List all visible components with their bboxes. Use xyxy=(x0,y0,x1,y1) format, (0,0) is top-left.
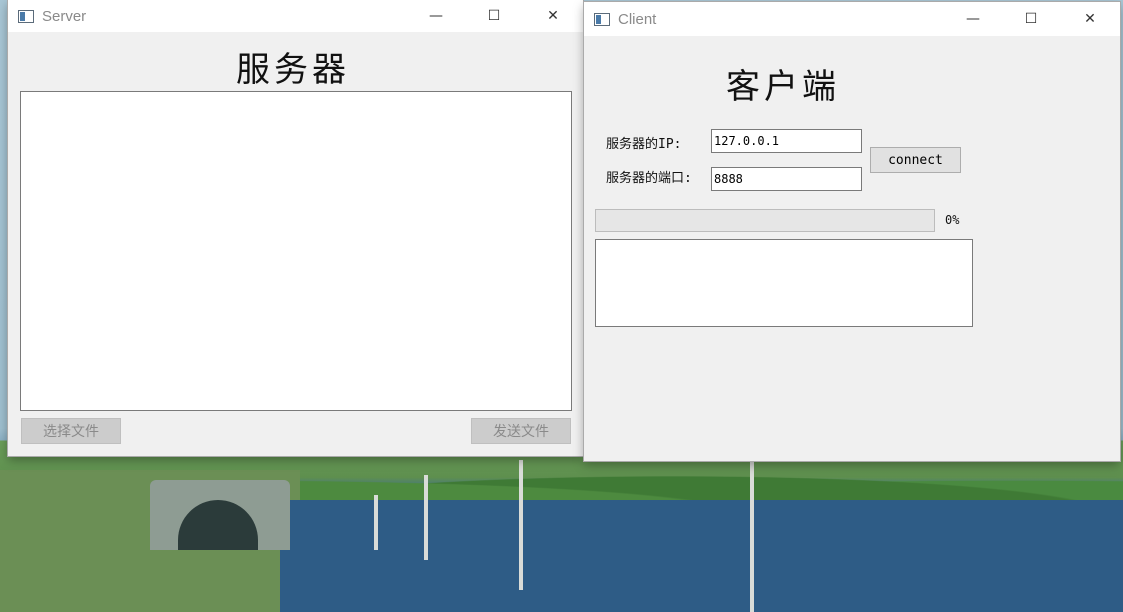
port-input[interactable] xyxy=(711,167,862,191)
client-titlebar[interactable]: Client — ☐ ✕ xyxy=(584,2,1120,36)
server-log-textarea[interactable] xyxy=(20,91,572,411)
client-log-textarea[interactable] xyxy=(595,239,973,327)
progress-percent: 0% xyxy=(945,213,960,227)
close-icon[interactable]: ✕ xyxy=(1067,2,1113,36)
app-window-icon xyxy=(594,12,610,26)
client-heading: 客户端 xyxy=(726,67,840,107)
background-pole xyxy=(424,475,428,560)
minimize-icon[interactable]: — xyxy=(950,2,996,36)
maximize-icon[interactable]: ☐ xyxy=(471,0,517,32)
background-pole xyxy=(750,460,754,612)
server-window-title: Server xyxy=(42,7,87,25)
connect-button[interactable]: connect xyxy=(870,147,961,173)
ip-input[interactable] xyxy=(711,129,862,153)
ip-label: 服务器的IP: xyxy=(606,137,682,152)
background-pole xyxy=(374,495,378,550)
close-icon[interactable]: ✕ xyxy=(530,0,576,32)
select-file-button[interactable]: 选择文件 xyxy=(21,418,121,444)
server-heading: 服务器 xyxy=(236,50,350,90)
send-file-button[interactable]: 发送文件 xyxy=(471,418,571,444)
maximize-icon[interactable]: ☐ xyxy=(1008,2,1054,36)
port-label: 服务器的端口: xyxy=(606,171,692,186)
app-window-icon xyxy=(18,9,34,23)
background-water xyxy=(280,500,1123,612)
minimize-icon[interactable]: — xyxy=(413,0,459,32)
client-window: Client — ☐ ✕ 客户端 服务器的IP: 服务器的端口: connect… xyxy=(584,2,1120,461)
client-window-title: Client xyxy=(618,10,657,28)
server-window: Server — ☐ ✕ 服务器 选择文件 发送文件 xyxy=(8,0,583,456)
progress-bar xyxy=(595,209,935,232)
background-pole xyxy=(519,460,523,590)
server-titlebar[interactable]: Server — ☐ ✕ xyxy=(8,0,583,32)
